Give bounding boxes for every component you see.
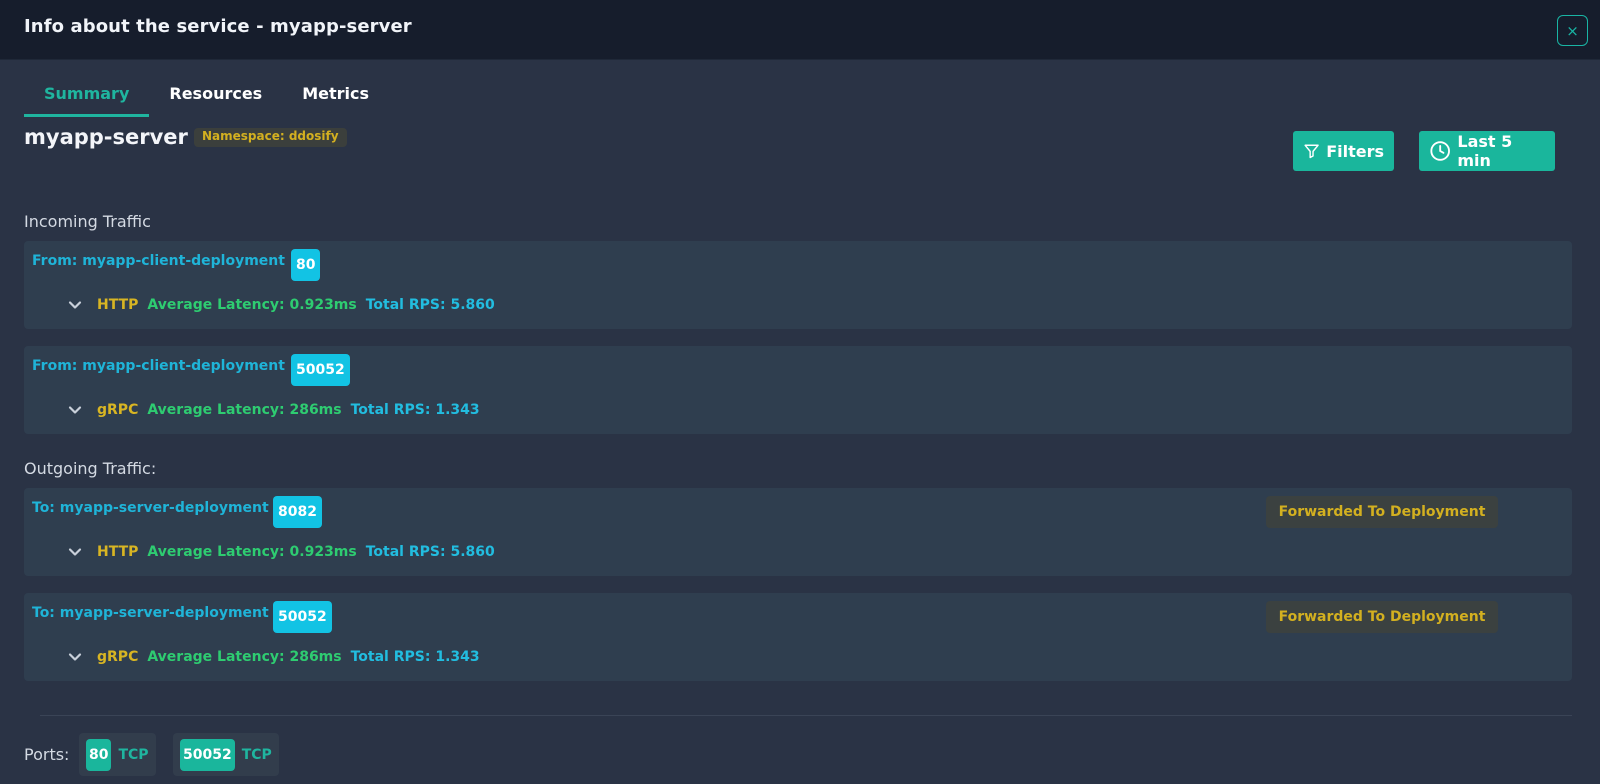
divider — [40, 715, 1572, 716]
traffic-source: From: myapp-client-deployment — [32, 253, 285, 269]
outgoing-traffic-card: To: myapp-server-deployment 50052 Forwar… — [24, 593, 1572, 681]
average-latency: Average Latency: 0.923ms — [147, 297, 357, 313]
total-rps: Total RPS: 1.343 — [350, 402, 480, 418]
port-chip: 8082 — [273, 496, 322, 528]
protocol-label: gRPC — [97, 402, 139, 418]
modal-title: Info about the service - myapp-server — [24, 16, 412, 37]
protocol-label: HTTP — [97, 544, 139, 560]
port-number: 80 — [86, 738, 112, 771]
traffic-destination: To: myapp-server-deployment — [32, 500, 269, 516]
protocol-label: gRPC — [97, 649, 139, 665]
service-name: myapp-server — [24, 125, 188, 149]
traffic-source: From: myapp-client-deployment — [32, 358, 285, 374]
tab-resources[interactable]: Resources — [149, 80, 282, 117]
chevron-down-icon[interactable] — [68, 298, 82, 312]
total-rps: Total RPS: 5.860 — [365, 297, 495, 313]
port-tag: 50052 TCP — [173, 733, 279, 776]
average-latency: Average Latency: 286ms — [147, 402, 342, 418]
traffic-destination: To: myapp-server-deployment — [32, 605, 269, 621]
modal-header: Info about the service - myapp-server × — [0, 0, 1600, 60]
average-latency: Average Latency: 286ms — [147, 649, 342, 665]
outgoing-traffic-title: Outgoing Traffic: — [24, 459, 157, 478]
namespace-badge: Namespace: ddosify — [194, 128, 347, 147]
chevron-down-icon[interactable] — [68, 403, 82, 417]
total-rps: Total RPS: 5.860 — [365, 544, 495, 560]
port-chip: 50052 — [273, 601, 332, 633]
average-latency: Average Latency: 0.923ms — [147, 544, 357, 560]
filters-button-label: Filters — [1326, 141, 1384, 161]
port-chip: 80 — [291, 249, 321, 281]
incoming-traffic-card: From: myapp-client-deployment 80 HTTP Av… — [24, 241, 1572, 329]
protocol-label: HTTP — [97, 297, 139, 313]
port-tag: 80 TCP — [79, 733, 156, 776]
incoming-traffic-card: From: myapp-client-deployment 50052 gRPC… — [24, 346, 1572, 434]
filter-icon — [1304, 144, 1319, 159]
protocol-row: gRPC Average Latency: 286ms Total RPS: 1… — [68, 649, 480, 665]
forwarded-badge: Forwarded To Deployment — [1266, 601, 1498, 633]
protocol-row: HTTP Average Latency: 0.923ms Total RPS:… — [68, 297, 495, 313]
time-range-label: Last 5 min — [1457, 132, 1513, 170]
chevron-down-icon[interactable] — [68, 545, 82, 559]
port-protocol: TCP — [118, 746, 149, 763]
tab-bar: Summary Resources Metrics — [24, 80, 389, 120]
protocol-row: HTTP Average Latency: 0.923ms Total RPS:… — [68, 544, 495, 560]
outgoing-traffic-card: To: myapp-server-deployment 8082 Forward… — [24, 488, 1572, 576]
time-range-button[interactable]: Last 5 min — [1419, 131, 1555, 171]
close-button[interactable]: × — [1557, 15, 1588, 46]
port-protocol: TCP — [241, 746, 272, 763]
ports-label: Ports: — [24, 745, 70, 764]
forwarded-badge: Forwarded To Deployment — [1266, 496, 1498, 528]
total-rps: Total RPS: 1.343 — [350, 649, 480, 665]
port-chip: 50052 — [291, 354, 350, 386]
clock-icon — [1430, 141, 1450, 161]
filters-button[interactable]: Filters — [1293, 131, 1394, 171]
tab-summary[interactable]: Summary — [24, 80, 150, 117]
port-number: 50052 — [180, 738, 235, 771]
chevron-down-icon[interactable] — [68, 650, 82, 664]
protocol-row: gRPC Average Latency: 286ms Total RPS: 1… — [68, 402, 480, 418]
tab-metrics[interactable]: Metrics — [282, 80, 389, 117]
incoming-traffic-title: Incoming Traffic — [24, 212, 151, 231]
close-icon: × — [1566, 21, 1579, 40]
